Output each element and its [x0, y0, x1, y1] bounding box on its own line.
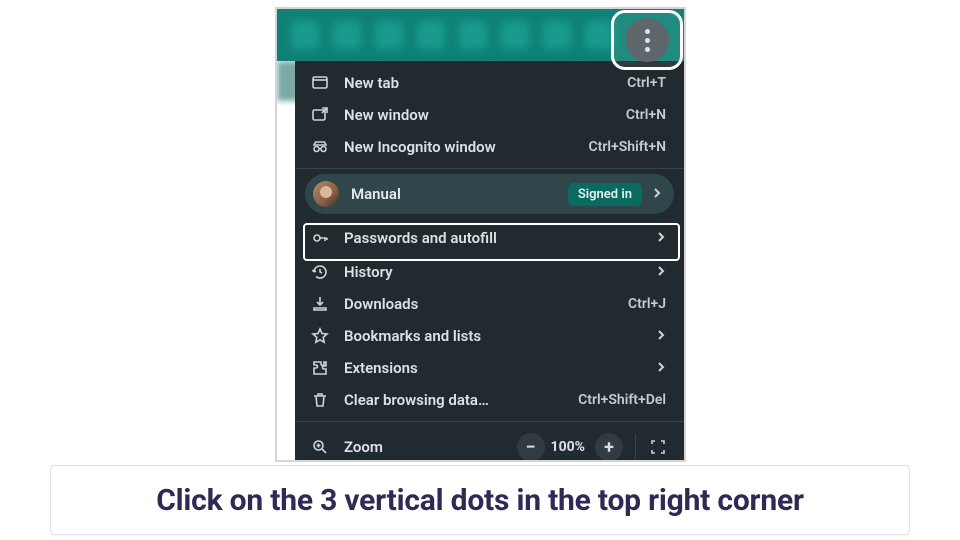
kebab-menu-button[interactable]: [625, 18, 669, 62]
toolbar-icon: [501, 21, 529, 49]
menu-item-new-tab[interactable]: New tab Ctrl+T: [295, 67, 684, 99]
star-icon: [311, 327, 329, 345]
menu-label: History: [344, 263, 646, 281]
menu-item-downloads[interactable]: Downloads Ctrl+J: [295, 288, 684, 320]
new-window-icon: [311, 106, 329, 124]
menu-item-bookmarks[interactable]: Bookmarks and lists: [295, 320, 684, 352]
toolbar-icon: [543, 21, 571, 49]
zoom-label: Zoom: [344, 438, 513, 456]
menu-shortcut: Ctrl+J: [628, 296, 666, 312]
caption-text: Click on the 3 vertical dots in the top …: [156, 483, 804, 518]
menu-item-extensions[interactable]: Extensions: [295, 352, 684, 384]
chevron-right-icon: [652, 185, 662, 203]
menu-item-passwords[interactable]: Passwords and autofill: [295, 220, 684, 256]
key-icon: [311, 229, 329, 247]
menu-shortcut: Ctrl+N: [626, 107, 666, 123]
menu-separator: [295, 168, 684, 169]
caption-bar: Click on the 3 vertical dots in the top …: [50, 465, 910, 535]
incognito-icon: [311, 138, 329, 156]
avatar: [313, 181, 339, 207]
menu-item-new-window[interactable]: New window Ctrl+N: [295, 99, 684, 131]
chevron-right-icon: [656, 359, 666, 377]
toolbar-icon: [375, 21, 403, 49]
browser-menu: New tab Ctrl+T New window Ctrl+N New Inc…: [295, 61, 684, 460]
menu-shortcut: Ctrl+Shift+Del: [578, 392, 666, 408]
trash-icon: [311, 391, 329, 409]
profile-name: Manual: [351, 185, 568, 203]
menu-label: Passwords and autofill: [344, 229, 646, 247]
chevron-right-icon: [656, 229, 666, 247]
menu-item-history[interactable]: History: [295, 256, 684, 288]
puzzle-icon: [311, 359, 329, 377]
chevron-right-icon: [656, 327, 666, 345]
zoom-icon: [311, 438, 329, 456]
menu-label: New window: [344, 106, 626, 124]
menu-shortcut: Ctrl+Shift+N: [588, 139, 666, 155]
menu-separator: [295, 421, 684, 422]
menu-label: Downloads: [344, 295, 628, 313]
menu-item-profile[interactable]: Manual Signed in: [305, 174, 674, 214]
download-icon: [311, 295, 329, 313]
menu-label: Extensions: [344, 359, 646, 377]
menu-label: New Incognito window: [344, 138, 588, 156]
menu-shortcut: Ctrl+T: [627, 75, 666, 91]
screenshot-panel: New tab Ctrl+T New window Ctrl+N New Inc…: [275, 7, 686, 462]
history-icon: [311, 263, 329, 281]
chevron-right-icon: [656, 263, 666, 281]
signed-in-badge: Signed in: [568, 183, 642, 206]
zoom-in-button[interactable]: +: [595, 433, 623, 461]
toolbar-icon: [291, 21, 319, 49]
menu-label: Bookmarks and lists: [344, 327, 646, 345]
menu-label: Clear browsing data…: [344, 391, 578, 409]
menu-item-incognito[interactable]: New Incognito window Ctrl+Shift+N: [295, 131, 684, 163]
toolbar-icon: [417, 21, 445, 49]
zoom-separator: [635, 434, 636, 460]
fullscreen-button[interactable]: [644, 433, 672, 461]
zoom-value: 100%: [551, 439, 585, 455]
menu-label: New tab: [344, 74, 627, 92]
zoom-out-button[interactable]: −: [517, 433, 545, 461]
menu-item-zoom: Zoom − 100% +: [295, 427, 684, 462]
kebab-highlight: [611, 10, 683, 70]
toolbar-icon: [459, 21, 487, 49]
toolbar-icon: [333, 21, 361, 49]
menu-item-clear-data[interactable]: Clear browsing data… Ctrl+Shift+Del: [295, 384, 684, 416]
toolbar-icon: [585, 21, 613, 49]
new-tab-icon: [311, 74, 329, 92]
